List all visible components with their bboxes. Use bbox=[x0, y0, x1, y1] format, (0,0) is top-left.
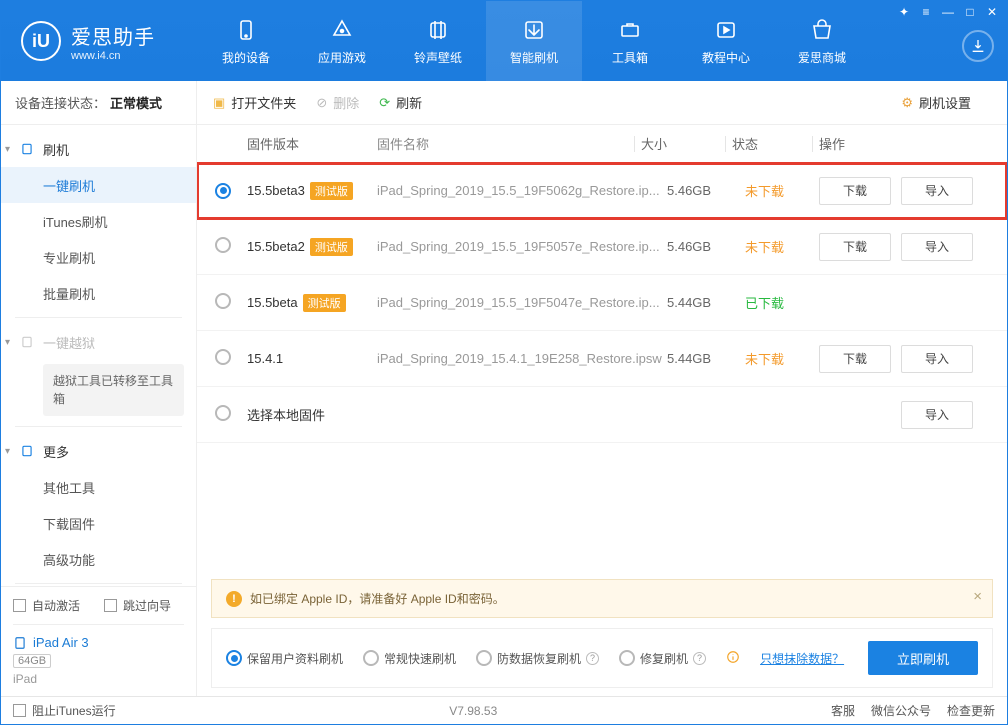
sidebar-group-0[interactable]: ▾刷机 bbox=[1, 131, 196, 167]
device-type: iPad bbox=[13, 672, 184, 686]
main-area: 设备连接状态：正常模式 ▾刷机一键刷机iTunes刷机专业刷机批量刷机 ▾一键越狱… bbox=[1, 81, 1007, 696]
firmware-table: 固件版本 固件名称 大小 状态 操作 15.5beta3测试版iPad_Spri… bbox=[197, 125, 1007, 575]
topnav-icon-2 bbox=[425, 17, 451, 43]
delete-button[interactable]: ⊘删除 bbox=[316, 93, 359, 112]
sidebar-item-2-0[interactable]: 其他工具 bbox=[1, 469, 196, 505]
connection-status: 设备连接状态：正常模式 bbox=[1, 81, 196, 125]
open-folder-button[interactable]: ▣打开文件夹 bbox=[213, 93, 296, 112]
flash-option-3[interactable]: 修复刷机? bbox=[619, 650, 706, 667]
toolbar: ▣打开文件夹 ⊘删除 ⟳刷新 ⚙刷机设置 bbox=[197, 81, 1007, 125]
table-row[interactable]: 15.5beta测试版iPad_Spring_2019_15.5_19F5047… bbox=[197, 275, 1007, 331]
topnav-item-2[interactable]: 铃声壁纸 bbox=[390, 1, 486, 81]
help-icon[interactable]: ? bbox=[586, 652, 599, 665]
sidebar-group-2[interactable]: ▾更多 bbox=[1, 433, 196, 469]
warning-icon: ! bbox=[226, 591, 242, 607]
brand-url: www.i4.cn bbox=[71, 50, 155, 62]
apple-id-notice: ! 如已绑定 Apple ID，请准备好 Apple ID和密码。 × bbox=[211, 579, 993, 618]
sidebar-note: 越狱工具已转移至工具箱 bbox=[43, 364, 184, 416]
more-icon bbox=[19, 444, 35, 458]
sidebar-group-1[interactable]: ▾一键越狱 bbox=[1, 324, 196, 360]
topnav-item-6[interactable]: 爱思商城 bbox=[774, 1, 870, 81]
table-header: 固件版本 固件名称 大小 状态 操作 bbox=[197, 125, 1007, 163]
topnav-icon-5 bbox=[713, 17, 739, 43]
status-bar: 阻止iTunes运行 V7.98.53 客服微信公众号检查更新 bbox=[1, 696, 1007, 724]
radio[interactable] bbox=[215, 405, 231, 421]
topnav-item-0[interactable]: 我的设备 bbox=[198, 1, 294, 81]
topnav-icon-1 bbox=[329, 17, 355, 43]
status-link-2[interactable]: 检查更新 bbox=[947, 702, 995, 719]
maximize-icon[interactable]: □ bbox=[960, 4, 980, 20]
topnav-icon-3 bbox=[521, 17, 547, 43]
flash-option-2[interactable]: 防数据恢复刷机? bbox=[476, 650, 599, 667]
flash-option-0[interactable]: 保留用户资料刷机 bbox=[226, 650, 343, 667]
download-manager-icon[interactable] bbox=[962, 30, 994, 62]
table-row[interactable]: 15.5beta2测试版iPad_Spring_2019_15.5_19F505… bbox=[197, 219, 1007, 275]
auto-activate-checkbox[interactable]: 自动激活 跳过向导 bbox=[13, 597, 184, 614]
block-itunes-checkbox[interactable]: 阻止iTunes运行 bbox=[13, 702, 116, 719]
version-label: V7.98.53 bbox=[116, 704, 831, 718]
topnav-icon-6 bbox=[809, 17, 835, 43]
window-controls: ✦ ≡ — □ ✕ bbox=[894, 4, 1002, 20]
content-area: ▣打开文件夹 ⊘删除 ⟳刷新 ⚙刷机设置 固件版本 固件名称 大小 状态 操作 … bbox=[197, 81, 1007, 696]
status-link-0[interactable]: 客服 bbox=[831, 702, 855, 719]
topnav-item-1[interactable]: 应用游戏 bbox=[294, 1, 390, 81]
import-button[interactable]: 导入 bbox=[901, 401, 973, 429]
topnav-icon-0 bbox=[233, 17, 259, 43]
info-icon bbox=[726, 650, 740, 667]
radio[interactable] bbox=[215, 349, 231, 365]
import-button[interactable]: 导入 bbox=[901, 345, 973, 373]
download-button[interactable]: 下载 bbox=[819, 177, 891, 205]
menu-icon[interactable]: ≡ bbox=[916, 4, 936, 20]
download-button[interactable]: 下载 bbox=[819, 233, 891, 261]
erase-only-link[interactable]: 只想抹除数据？ bbox=[760, 650, 844, 667]
topnav-item-3[interactable]: 智能刷机 bbox=[486, 1, 582, 81]
sidebar-footer: 自动激活 跳过向导 iPad Air 3 64GB iPad bbox=[1, 586, 196, 696]
table-row[interactable]: 15.4.1iPad_Spring_2019_15.4.1_19E258_Res… bbox=[197, 331, 1007, 387]
status-link-1[interactable]: 微信公众号 bbox=[871, 702, 931, 719]
radio[interactable] bbox=[215, 293, 231, 309]
import-button[interactable]: 导入 bbox=[901, 233, 973, 261]
sidebar-item-2-1[interactable]: 下载固件 bbox=[1, 505, 196, 541]
device-info: iPad Air 3 64GB iPad bbox=[13, 624, 184, 686]
sidebar-item-0-0[interactable]: 一键刷机 bbox=[1, 167, 196, 203]
sidebar-item-0-2[interactable]: 专业刷机 bbox=[1, 239, 196, 275]
import-button[interactable]: 导入 bbox=[901, 177, 973, 205]
sidebar: 设备连接状态：正常模式 ▾刷机一键刷机iTunes刷机专业刷机批量刷机 ▾一键越狱… bbox=[1, 81, 197, 696]
flash-settings-button[interactable]: ⚙刷机设置 bbox=[901, 93, 971, 112]
refresh-button[interactable]: ⟳刷新 bbox=[379, 93, 422, 112]
brand-name: 爱思助手 bbox=[71, 21, 155, 50]
title-bar: iU 爱思助手 www.i4.cn 我的设备应用游戏铃声壁纸智能刷机工具箱教程中… bbox=[1, 1, 1007, 81]
sidebar-item-0-3[interactable]: 批量刷机 bbox=[1, 275, 196, 311]
minimize-icon[interactable]: — bbox=[938, 4, 958, 20]
device-name[interactable]: iPad Air 3 bbox=[13, 635, 184, 650]
flash-options: 保留用户资料刷机 常规快速刷机 防数据恢复刷机? 修复刷机? 只想抹除数据？ 立即刷机 bbox=[211, 628, 993, 688]
flash-now-button[interactable]: 立即刷机 bbox=[868, 641, 978, 675]
lock-icon bbox=[19, 335, 35, 349]
table-row[interactable]: 选择本地固件导入 bbox=[197, 387, 1007, 443]
config-icon[interactable]: ✦ bbox=[894, 4, 914, 20]
topnav-item-5[interactable]: 教程中心 bbox=[678, 1, 774, 81]
download-button[interactable]: 下载 bbox=[819, 345, 891, 373]
sidebar-item-2-2[interactable]: 高级功能 bbox=[1, 541, 196, 577]
device-capacity: 64GB bbox=[13, 654, 51, 668]
topnav-icon-4 bbox=[617, 17, 643, 43]
sidebar-item-0-1[interactable]: iTunes刷机 bbox=[1, 203, 196, 239]
radio[interactable] bbox=[215, 237, 231, 253]
brand: iU 爱思助手 www.i4.cn bbox=[13, 21, 198, 62]
radio[interactable] bbox=[215, 183, 231, 199]
close-icon[interactable]: ✕ bbox=[982, 4, 1002, 20]
help-icon[interactable]: ? bbox=[693, 652, 706, 665]
flash-option-1[interactable]: 常规快速刷机 bbox=[363, 650, 456, 667]
topnav-item-4[interactable]: 工具箱 bbox=[582, 1, 678, 81]
table-row[interactable]: 15.5beta3测试版iPad_Spring_2019_15.5_19F506… bbox=[197, 163, 1007, 219]
top-nav: 我的设备应用游戏铃声壁纸智能刷机工具箱教程中心爱思商城 bbox=[198, 1, 995, 81]
flash-icon bbox=[19, 142, 35, 156]
brand-logo: iU bbox=[21, 21, 61, 61]
notice-close-icon[interactable]: × bbox=[973, 588, 982, 605]
